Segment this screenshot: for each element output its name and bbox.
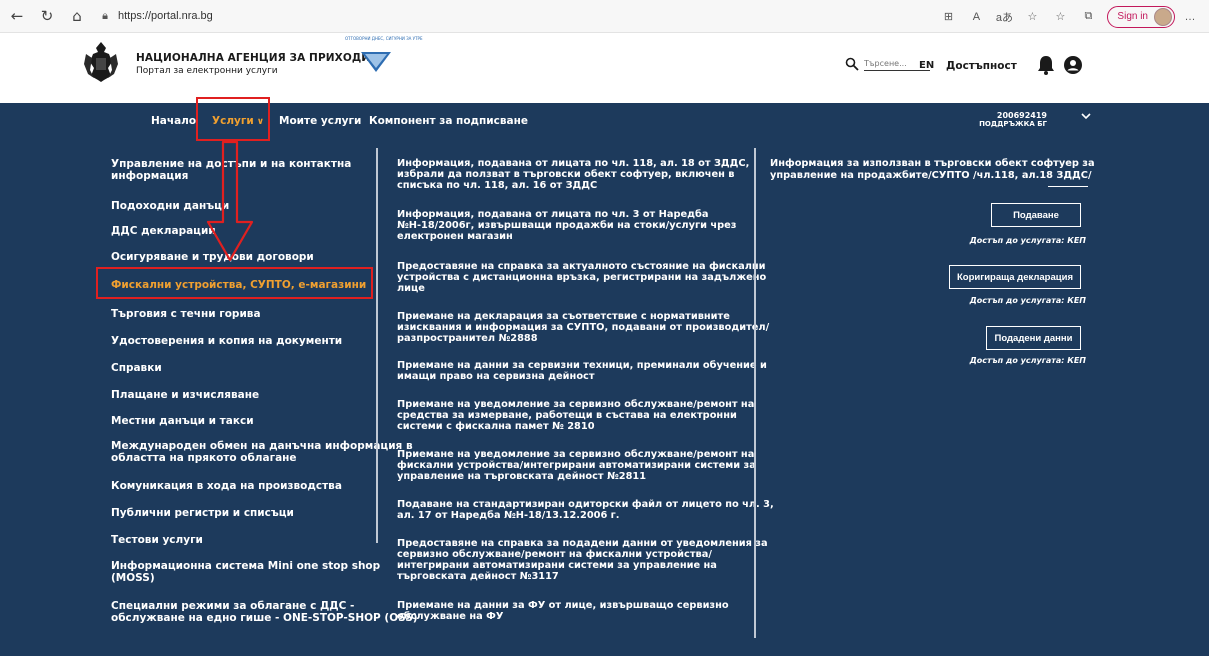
category-local-taxes[interactable]: Местни данъци и такси [111, 415, 254, 427]
category-international-exchange[interactable]: Международен обмен на данъчна информация… [111, 440, 413, 452]
favorites-icon[interactable]: ☆ [1047, 4, 1073, 30]
access-note: Достъп до услугата: КЕП [969, 296, 1086, 305]
service-item[interactable]: имащи право на сервизна дейност [397, 371, 595, 383]
service-item[interactable]: Приемане на данни за ФУ от лице, извършв… [397, 600, 729, 612]
service-item[interactable]: фискални устройства/интегрирани автомати… [397, 460, 756, 472]
highlight-fiscal-box [96, 267, 373, 299]
service-item[interactable]: разпространител №2888 [397, 333, 538, 345]
extensions-icon[interactable]: ☆ [1019, 4, 1045, 30]
service-item[interactable]: устройства с дистанционна връзка, регист… [397, 272, 766, 284]
highlight-services-box [196, 97, 270, 141]
service-item[interactable]: списъка по чл. 118, ал. 16 от ЗДДС [397, 180, 597, 192]
service-item[interactable]: ал. 17 от Наредба №Н-18/13.12.2006 г. [397, 510, 620, 522]
nav-signing-component[interactable]: Компонент за подписване [369, 115, 528, 127]
service-item[interactable]: изисквания и информация за СУПТО, подава… [397, 322, 769, 334]
service-item[interactable]: №Н-18/2006г, извършващи продажби на сток… [397, 220, 736, 232]
refresh-icon[interactable]: ↻ [34, 3, 60, 29]
nav-home[interactable]: Начало [151, 115, 196, 127]
category-liquid-fuels[interactable]: Търговия с течни горива [111, 308, 261, 320]
user-id: 200692419 [996, 111, 1047, 120]
service-detail-title-line1: Информация за използван в търговски обек… [770, 158, 1095, 169]
address-bar[interactable]: 🔒︎ https://portal.nra.bg [98, 4, 213, 28]
notifications-bell-icon[interactable] [1037, 55, 1055, 75]
column-divider [376, 148, 378, 543]
down-arrow-annotation [206, 140, 254, 262]
user-account-icon[interactable] [1064, 56, 1082, 74]
nra-emblem-icon [361, 52, 391, 72]
submit-button[interactable]: Подаване [991, 203, 1081, 227]
service-item[interactable]: търговската дейност №3117 [397, 571, 559, 583]
service-item[interactable]: Предоставяне на справка за актуалното съ… [397, 261, 766, 273]
category-access-management-cont[interactable]: информация [111, 170, 188, 182]
translate-icon[interactable]: aあ [991, 4, 1017, 30]
corrective-declaration-button[interactable]: Коригираща декларация [949, 265, 1081, 289]
service-item[interactable]: Приемане на данни за сервизни техници, п… [397, 360, 767, 372]
read-aloud-icon[interactable]: A [963, 4, 989, 30]
search-box[interactable] [845, 57, 930, 71]
service-item[interactable]: избрали да ползват в търговски обект соф… [397, 169, 734, 181]
profile-avatar-icon [1154, 7, 1172, 26]
access-note: Достъп до услугата: КЕП [969, 236, 1086, 245]
service-item[interactable]: обслужване на ФУ [397, 611, 503, 623]
language-switch[interactable]: EN [919, 60, 934, 71]
home-icon[interactable]: ⌂ [64, 3, 90, 29]
category-moss[interactable]: Информационна система Mini one stop shop [111, 560, 380, 572]
category-payments[interactable]: Плащане и изчисляване [111, 389, 259, 401]
user-menu[interactable]: 200692419 ПОДДРЪЖКА БГ [979, 111, 1047, 128]
service-item[interactable]: Подаване на стандартизиран одиторски фай… [397, 499, 774, 511]
collections-icon[interactable]: ⧉ [1075, 4, 1101, 30]
column-divider [754, 148, 756, 638]
category-moss-cont[interactable]: (MOSS) [111, 572, 155, 584]
category-public-registers[interactable]: Публични регистри и списъци [111, 507, 294, 519]
service-item[interactable]: електронен магазин [397, 231, 513, 243]
service-item[interactable]: средства за измерване, работещи в състав… [397, 410, 737, 422]
accessibility-link[interactable]: Достъпност [946, 60, 1017, 72]
back-arrow-icon[interactable]: ← [4, 3, 30, 29]
category-test-services[interactable]: Тестови услуги [111, 534, 203, 546]
sign-in-label: Sign in [1117, 11, 1148, 22]
detail-separator [1048, 186, 1088, 187]
category-international-exchange-cont[interactable]: областта на прякото облагане [111, 452, 297, 464]
service-item[interactable]: Информация, подавана от лицата по чл. 3 … [397, 209, 708, 221]
search-icon[interactable] [845, 57, 859, 71]
sign-in-button[interactable]: Sign in [1107, 5, 1175, 28]
service-item[interactable]: Приемане на уведомление за сервизно обсл… [397, 449, 754, 461]
more-options-icon[interactable]: … [1177, 4, 1203, 30]
lock-icon: 🔒︎ [102, 9, 108, 22]
category-reports[interactable]: Справки [111, 362, 162, 374]
user-menu-chevron-icon[interactable] [1080, 110, 1092, 122]
category-oss[interactable]: Специални режими за облагане с ДДС - [111, 600, 354, 612]
service-item[interactable]: управление на търговската дейност №2811 [397, 471, 646, 483]
url-text[interactable]: https://portal.nra.bg [118, 10, 213, 22]
user-name: ПОДДРЪЖКА БГ [979, 120, 1047, 128]
access-note: Достъп до услугата: КЕП [969, 356, 1086, 365]
service-detail-title: Информация за използван в търговски обек… [770, 158, 1095, 181]
service-item[interactable]: системи с фискална памет № 2810 [397, 421, 595, 433]
category-vat-declarations[interactable]: ДДС декларации [111, 225, 216, 237]
submitted-data-button[interactable]: Подадени данни [986, 326, 1081, 350]
nav-my-services[interactable]: Моите услуги [279, 115, 361, 127]
mega-menu-panel [0, 103, 1209, 656]
coat-of-arms-icon[interactable] [80, 40, 122, 84]
category-oss-cont[interactable]: обслужване на едно гише - ONE-STOP-SHOP … [111, 612, 418, 624]
service-item[interactable]: Информация, подавана от лицата по чл. 11… [397, 158, 749, 170]
service-item[interactable]: сервизно обслужване/ремонт на фискални у… [397, 549, 712, 561]
service-item[interactable]: Предоставяне на справка за подадени данн… [397, 538, 768, 550]
service-item[interactable]: Приемане на декларация за съответствие с… [397, 311, 730, 323]
category-proceedings[interactable]: Комуникация в хода на производства [111, 480, 342, 492]
service-item[interactable]: интегрирани автоматизирани системи за уп… [397, 560, 717, 572]
category-certificates[interactable]: Удостоверения и копия на документи [111, 335, 342, 347]
grid-icon[interactable]: ⊞ [935, 4, 961, 30]
service-item[interactable]: Приемане на уведомление за сервизно обсл… [397, 399, 754, 411]
service-item[interactable]: лице [397, 283, 425, 295]
service-detail-title-line2: управление на продажбите/СУПТО /чл.118, … [770, 169, 1092, 181]
browser-toolbar: ← ↻ ⌂ 🔒︎ https://portal.nra.bg ⊞ A aあ ☆ … [0, 0, 1209, 33]
site-header: НАЦИОНАЛНА АГЕНЦИЯ ЗА ПРИХОДИТЕ Портал з… [0, 33, 1209, 103]
